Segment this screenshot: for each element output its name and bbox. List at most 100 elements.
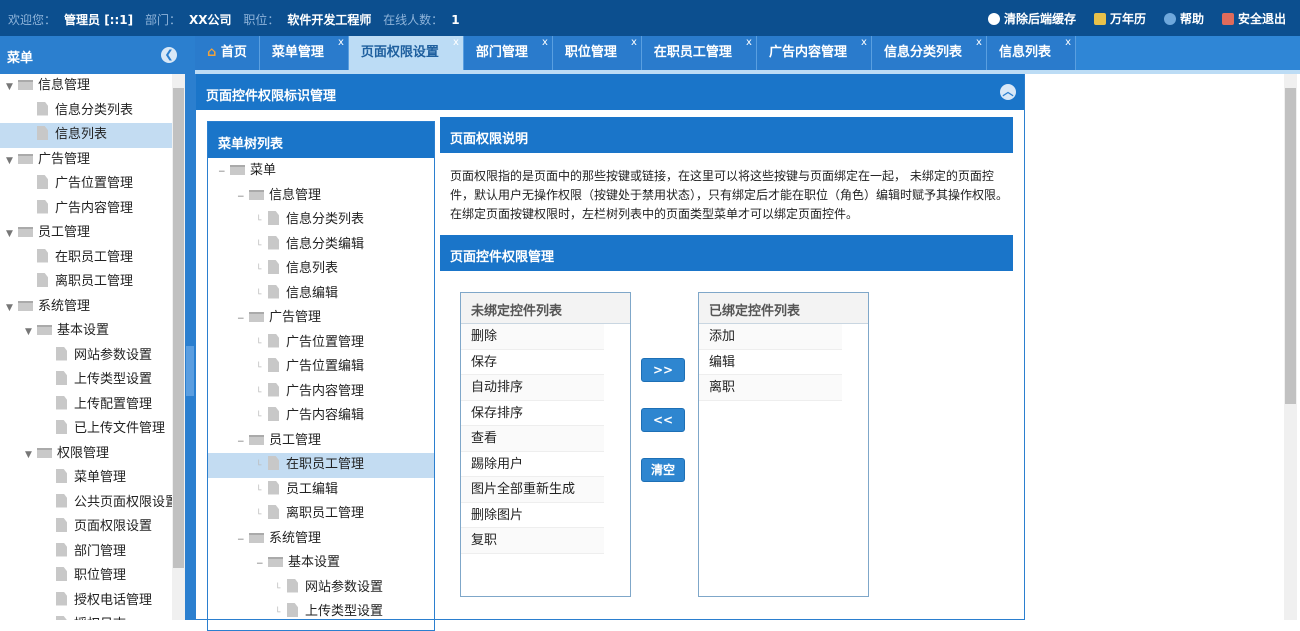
tab-1[interactable]: ⌂ 首页 bbox=[195, 36, 260, 70]
tree-item[interactable]: 网站参数设置 bbox=[0, 344, 172, 369]
sidebar-scrollbar[interactable] bbox=[172, 74, 185, 620]
tab-label: 信息列表 bbox=[998, 45, 1051, 60]
tab-2[interactable]: 菜单管理 x bbox=[259, 36, 349, 70]
tree-item[interactable]: − 信息管理 bbox=[208, 184, 434, 209]
file-icon bbox=[56, 591, 67, 606]
tab-4[interactable]: 部门管理 x bbox=[463, 36, 553, 70]
tree-item[interactable]: └ 信息编辑 bbox=[208, 282, 434, 307]
page-scrollbar[interactable] bbox=[1284, 74, 1297, 620]
tab-9[interactable]: 信息列表 x bbox=[986, 36, 1076, 70]
unbound-item[interactable]: 查看 bbox=[461, 426, 604, 452]
tree-item[interactable]: ▼ 权限管理 bbox=[0, 442, 172, 467]
expand-arrow-icon[interactable]: ▼ bbox=[6, 149, 18, 174]
tree-item[interactable]: 上传类型设置 bbox=[0, 368, 172, 393]
bind-button[interactable]: >> bbox=[641, 358, 685, 382]
expand-arrow-icon[interactable]: ▼ bbox=[6, 222, 18, 247]
unbound-item[interactable]: 删除 bbox=[461, 324, 604, 350]
collapse-left-icon[interactable]: ❮ bbox=[161, 47, 177, 63]
tree-item[interactable]: 公共页面权限设置 bbox=[0, 491, 172, 516]
tab-8[interactable]: 信息分类列表 x bbox=[871, 36, 987, 70]
tree-item[interactable]: 部门管理 bbox=[0, 540, 172, 565]
unbound-item[interactable]: 删除图片 bbox=[461, 503, 604, 528]
tree-item[interactable]: └ 广告内容管理 bbox=[208, 380, 434, 405]
tree-item[interactable]: ▼ 系统管理 bbox=[0, 295, 172, 320]
tab-6[interactable]: 在职员工管理 x bbox=[641, 36, 757, 70]
collapse-up-icon[interactable]: ︿ bbox=[1000, 84, 1016, 100]
tree-item[interactable]: ▼ 信息管理 bbox=[0, 74, 172, 99]
tree-item[interactable]: − 员工管理 bbox=[208, 429, 434, 454]
tree-item[interactable]: └ 在职员工管理 bbox=[208, 453, 434, 478]
tree-item[interactable]: 职位管理 bbox=[0, 564, 172, 589]
tab-close-icon[interactable]: x bbox=[1065, 26, 1071, 60]
tree-item[interactable]: 信息分类列表 bbox=[0, 99, 172, 124]
tab-close-icon[interactable]: x bbox=[338, 26, 344, 60]
tree-item[interactable]: 页面权限设置 bbox=[0, 515, 172, 540]
help-button[interactable]: 帮助 bbox=[1163, 10, 1204, 27]
clear-button[interactable]: 清空 bbox=[641, 458, 685, 482]
tab-3[interactable]: 页面权限设置 x bbox=[348, 36, 464, 70]
tree-item[interactable]: ▼ 员工管理 bbox=[0, 221, 172, 246]
unbound-item[interactable]: 复职 bbox=[461, 528, 604, 554]
unbound-item[interactable]: 保存排序 bbox=[461, 401, 604, 426]
expand-arrow-icon[interactable]: ▼ bbox=[25, 320, 37, 345]
tree-item[interactable]: └ 员工编辑 bbox=[208, 478, 434, 503]
tree-item[interactable]: └ 离职员工管理 bbox=[208, 502, 434, 527]
tree-item[interactable]: − 广告管理 bbox=[208, 306, 434, 331]
tree-item[interactable]: └ 广告内容编辑 bbox=[208, 404, 434, 429]
expand-arrow-icon[interactable]: ▼ bbox=[25, 443, 37, 468]
tree-item[interactable]: 已上传文件管理 bbox=[0, 417, 172, 442]
tree-item[interactable]: − 菜单 bbox=[208, 159, 434, 184]
sidebar-splitter[interactable] bbox=[185, 36, 195, 620]
tree-item[interactable]: ▼ 基本设置 bbox=[0, 319, 172, 344]
unbind-button[interactable]: << bbox=[641, 408, 685, 432]
unbound-item[interactable]: 图片全部重新生成 bbox=[461, 477, 604, 503]
expand-arrow-icon[interactable]: ▼ bbox=[6, 296, 18, 321]
tree-item[interactable]: ▼ 广告管理 bbox=[0, 148, 172, 173]
tree-item[interactable]: └ 广告位置管理 bbox=[208, 331, 434, 356]
tree-item[interactable]: └ 信息分类编辑 bbox=[208, 233, 434, 258]
collapse-toggle-icon[interactable]: − bbox=[256, 552, 268, 577]
bound-item[interactable]: 离职 bbox=[699, 375, 842, 401]
tab-7[interactable]: 广告内容管理 x bbox=[756, 36, 872, 70]
calendar-button[interactable]: 万年历 bbox=[1093, 10, 1146, 27]
tree-item[interactable]: 授权电话管理 bbox=[0, 589, 172, 614]
clear-cache-button[interactable]: 清除后端缓存 bbox=[987, 10, 1076, 27]
tree-item[interactable]: 菜单管理 bbox=[0, 466, 172, 491]
tree-item[interactable]: └ 信息分类列表 bbox=[208, 208, 434, 233]
tree-item-label: 广告位置管理 bbox=[286, 334, 365, 350]
expand-arrow-icon[interactable]: ▼ bbox=[6, 75, 18, 100]
tree-item[interactable]: 信息列表 bbox=[0, 123, 172, 148]
tab-close-icon[interactable]: x bbox=[631, 26, 637, 60]
unbound-item[interactable]: 保存 bbox=[461, 350, 604, 375]
tree-item[interactable]: 上传配置管理 bbox=[0, 393, 172, 418]
tree-item[interactable]: 在职员工管理 bbox=[0, 246, 172, 271]
online-label: 在线人数： bbox=[383, 13, 444, 27]
collapse-toggle-icon[interactable]: − bbox=[237, 528, 249, 553]
tree-item[interactable]: └ 上传类型设置 bbox=[208, 600, 434, 625]
collapse-toggle-icon[interactable]: − bbox=[237, 185, 249, 210]
tree-item[interactable]: 广告内容管理 bbox=[0, 197, 172, 222]
logout-button[interactable]: 安全退出 bbox=[1221, 10, 1286, 27]
tree-item[interactable]: − 系统管理 bbox=[208, 527, 434, 552]
tree-item[interactable]: 广告位置管理 bbox=[0, 172, 172, 197]
collapse-toggle-icon[interactable]: − bbox=[218, 160, 230, 185]
tab-close-icon[interactable]: x bbox=[976, 26, 982, 60]
tree-item[interactable]: − 基本设置 bbox=[208, 551, 434, 576]
tab-close-icon[interactable]: x bbox=[746, 26, 752, 60]
collapse-toggle-icon[interactable]: − bbox=[237, 307, 249, 332]
tree-item[interactable]: └ 广告位置编辑 bbox=[208, 355, 434, 380]
bound-item[interactable]: 编辑 bbox=[699, 350, 842, 375]
tree-item-label: 信息列表 bbox=[286, 261, 339, 276]
tab-close-icon[interactable]: x bbox=[542, 26, 548, 60]
unbound-item[interactable]: 自动排序 bbox=[461, 375, 604, 401]
tree-item[interactable]: 授权日志 bbox=[0, 613, 172, 620]
tab-5[interactable]: 职位管理 x bbox=[552, 36, 642, 70]
tab-close-icon[interactable]: x bbox=[861, 26, 867, 60]
tree-item[interactable]: └ 信息列表 bbox=[208, 257, 434, 282]
unbound-item[interactable]: 踢除用户 bbox=[461, 452, 604, 477]
bound-item[interactable]: 添加 bbox=[699, 324, 842, 350]
tree-item[interactable]: └ 网站参数设置 bbox=[208, 576, 434, 601]
tab-close-icon[interactable]: x bbox=[453, 26, 459, 60]
collapse-toggle-icon[interactable]: − bbox=[237, 430, 249, 455]
tree-item[interactable]: 离职员工管理 bbox=[0, 270, 172, 295]
